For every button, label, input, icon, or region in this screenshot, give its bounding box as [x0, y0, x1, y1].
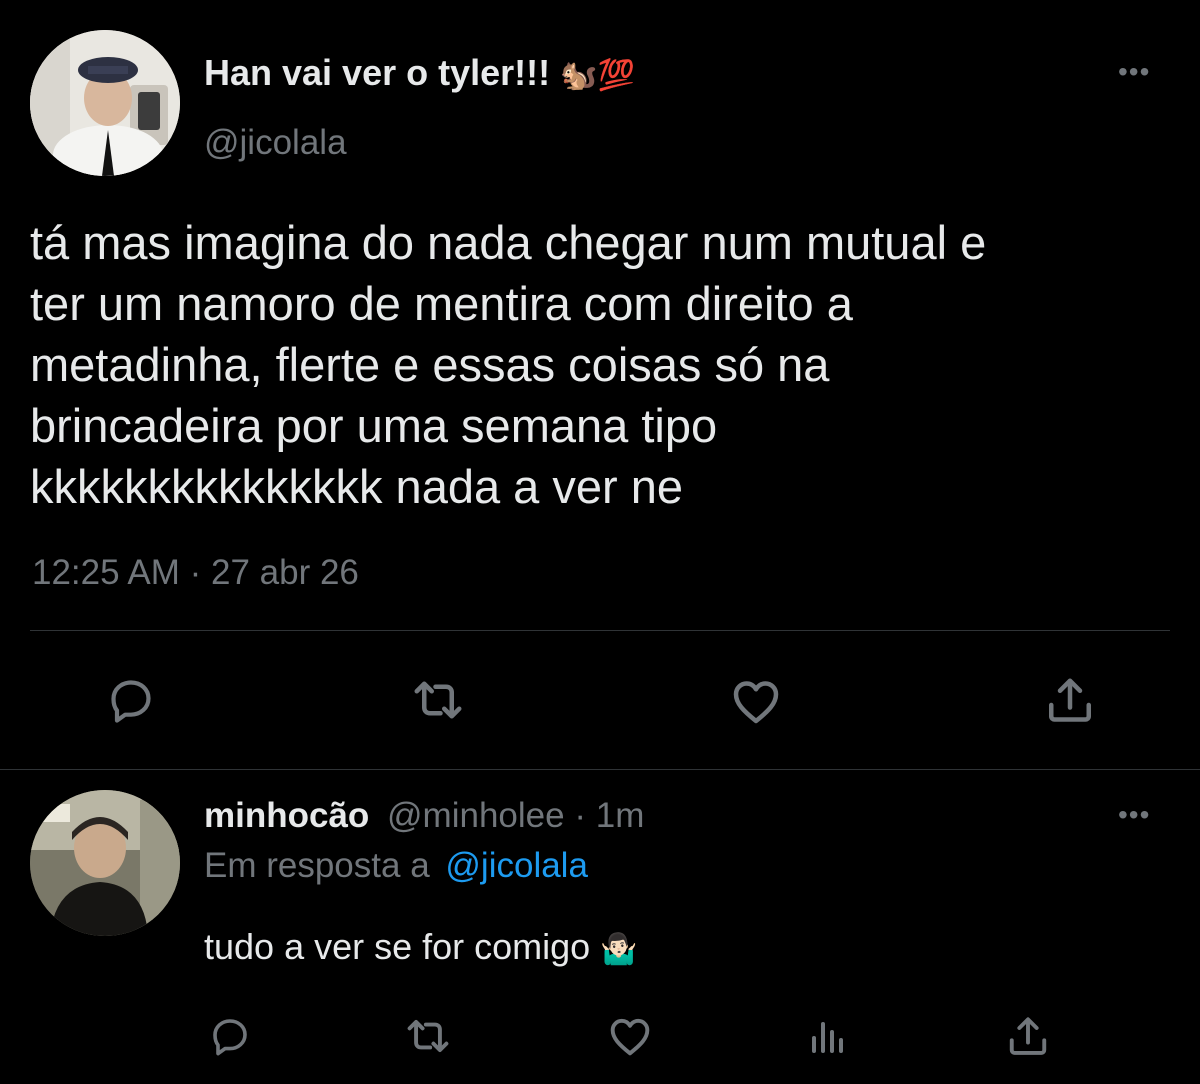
- reply-body: tudo a ver se for comigo 🤷🏻‍♂️: [204, 925, 638, 972]
- tweet-separator: [0, 769, 1200, 770]
- tweet-line: tá mas imagina do nada chegar num mutual…: [30, 216, 987, 269]
- reply-header: minhocão @minholee · 1m: [204, 795, 644, 837]
- shrug-emoji: 🤷🏻‍♂️: [600, 933, 638, 966]
- tweet-body: tá mas imagina do nada chegar num mutual…: [30, 212, 1180, 517]
- reply-author-handle[interactable]: @minholee: [387, 796, 565, 835]
- replying-to: Em resposta a @jicolala: [204, 845, 588, 887]
- reply-text: tudo a ver se for comigo: [204, 926, 591, 967]
- share-icon[interactable]: [1040, 670, 1100, 730]
- reply-reply-icon[interactable]: [206, 1012, 254, 1060]
- author-handle[interactable]: @jicolala: [204, 122, 347, 164]
- author-emojis: 🐿️💯: [560, 59, 635, 92]
- tweet-line: metadinha, flerte e essas coisas só na: [30, 338, 830, 391]
- tweet-line: kkkkkkkkkkkkkkk nada a ver ne: [30, 460, 683, 513]
- reply-more-options-icon[interactable]: •••: [1118, 801, 1150, 829]
- reply-author-name[interactable]: minhocão: [204, 796, 369, 835]
- reply-like-icon[interactable]: [604, 1010, 656, 1062]
- reply-icon[interactable]: [103, 672, 159, 728]
- analytics-icon[interactable]: [804, 1012, 852, 1060]
- reply-retweet-icon[interactable]: [402, 1010, 454, 1062]
- more-options-icon[interactable]: •••: [1118, 58, 1150, 86]
- tweet-timestamp[interactable]: 12:25 AM · 27 abr 26: [32, 552, 359, 594]
- tweet-line: brincadeira por uma semana tipo: [30, 399, 718, 452]
- reply-author-avatar[interactable]: [30, 790, 180, 936]
- author-name-text: Han vai ver o tyler!!!: [204, 52, 551, 93]
- tweet-line: ter um namoro de mentira com direito a: [30, 277, 853, 330]
- reply-age[interactable]: · 1m: [574, 796, 644, 835]
- like-icon[interactable]: [726, 671, 786, 731]
- author-name[interactable]: Han vai ver o tyler!!! 🐿️💯: [204, 52, 635, 97]
- divider: [30, 630, 1170, 631]
- author-avatar[interactable]: [30, 30, 180, 176]
- reply-share-icon[interactable]: [1002, 1010, 1054, 1062]
- retweet-icon[interactable]: [408, 670, 468, 730]
- replying-to-handle[interactable]: @jicolala: [445, 846, 588, 885]
- replying-to-label: Em resposta a: [204, 846, 430, 885]
